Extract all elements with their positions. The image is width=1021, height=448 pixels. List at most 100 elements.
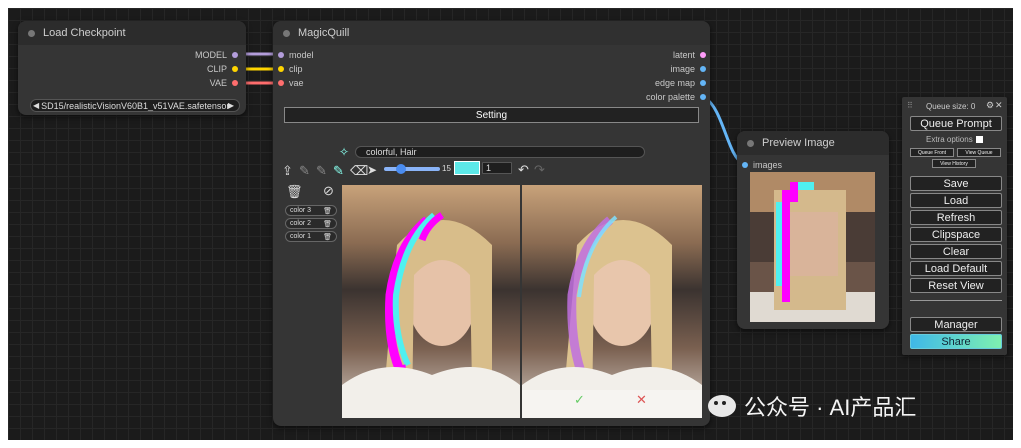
preview-image-node[interactable]: Preview Image images — [737, 131, 889, 329]
queue-size-label: Queue size: 0 — [926, 102, 976, 111]
clear-button[interactable]: Clear — [910, 244, 1002, 259]
extra-options-checkbox[interactable] — [975, 136, 983, 143]
output-edge-map[interactable]: edge map — [655, 78, 706, 88]
opacity-input[interactable]: 1 — [482, 162, 512, 174]
node-title-bar[interactable]: Preview Image — [737, 131, 889, 155]
color-brush-icon[interactable]: ✎ — [333, 163, 344, 179]
color-chip[interactable]: color 3 🗑 — [285, 205, 337, 216]
load-checkpoint-node[interactable]: Load Checkpoint MODEL CLIP VAE ◀ SD15/re… — [18, 21, 246, 115]
output-dot-icon[interactable] — [232, 66, 238, 72]
delete-icon[interactable]: 🗑 — [323, 233, 332, 241]
color-chip[interactable]: color 2 🗑 — [285, 218, 337, 229]
input-model[interactable]: model — [278, 50, 314, 60]
input-label: clip — [289, 64, 303, 74]
output-label: image — [670, 64, 695, 74]
face-photo-edit — [342, 212, 520, 418]
brush-size-slider[interactable] — [384, 164, 440, 174]
accept-check-icon[interactable]: ✓ — [574, 392, 585, 408]
output-label: VAE — [209, 78, 227, 88]
eraser-icon[interactable]: ⌫ — [350, 163, 368, 179]
color-swatch[interactable] — [454, 161, 480, 175]
input-label: vae — [289, 78, 304, 88]
magic-wand-icon[interactable]: ✧ — [339, 145, 349, 159]
delete-icon[interactable]: 🗑 — [323, 220, 332, 228]
ckpt-name-combo[interactable]: ◀ SD15/realisticVisionV60B1_v51VAE.safet… — [30, 99, 240, 112]
setting-button[interactable]: Setting — [284, 107, 699, 123]
collapse-dot-icon[interactable] — [283, 29, 290, 37]
queue-prompt-button[interactable]: Queue Prompt — [910, 116, 1002, 131]
extra-options-row[interactable]: Extra options — [926, 135, 983, 144]
output-label: latent — [672, 50, 695, 60]
output-dot-icon[interactable] — [700, 52, 706, 58]
visibility-toggle-icon[interactable]: ⊘ — [323, 183, 334, 199]
queue-menu-panel[interactable]: ⠿ Queue size: 0 ⚙ ✕ Queue Prompt Extra o… — [902, 97, 1007, 355]
pixelated-preview — [750, 172, 875, 322]
subtract-brush-icon[interactable]: ✎ — [316, 163, 327, 179]
collapse-dot-icon[interactable] — [747, 139, 754, 147]
brush-size-value: 15 — [442, 164, 451, 173]
delete-icon[interactable]: 🗑 — [323, 207, 332, 215]
output-model[interactable]: MODEL — [195, 50, 238, 60]
combo-right-arrow-icon[interactable]: ▶ — [228, 101, 234, 110]
magicquill-node[interactable]: MagicQuill model clip vae latent image e… — [273, 21, 710, 426]
slider-thumb[interactable] — [396, 164, 406, 174]
prompt-input[interactable]: colorful, Hair — [355, 146, 645, 158]
drag-handle-icon[interactable]: ⠿ — [907, 101, 913, 110]
input-images[interactable]: images — [742, 160, 782, 170]
output-clip[interactable]: CLIP — [207, 64, 238, 74]
pointer-icon[interactable]: ➤ — [367, 163, 377, 177]
reset-view-button[interactable]: Reset View — [910, 278, 1002, 293]
view-history-button[interactable]: View History — [932, 159, 976, 168]
undo-icon[interactable]: ↶ — [518, 162, 529, 178]
input-dot-icon[interactable] — [742, 162, 748, 168]
save-button[interactable]: Save — [910, 176, 1002, 191]
node-canvas[interactable]: Load Checkpoint MODEL CLIP VAE ◀ SD15/re… — [8, 8, 1013, 440]
node-title: MagicQuill — [298, 27, 350, 39]
divider — [910, 300, 1002, 301]
input-dot-icon[interactable] — [278, 66, 284, 72]
share-button[interactable]: Share — [910, 334, 1002, 349]
output-label: edge map — [654, 78, 695, 88]
add-brush-icon[interactable]: ✎ — [299, 163, 310, 179]
trash-icon[interactable]: 🗑 — [286, 184, 303, 200]
input-dot-icon[interactable] — [278, 80, 284, 86]
output-dot-icon[interactable] — [700, 94, 706, 100]
output-dot-icon[interactable] — [700, 66, 706, 72]
node-title-bar[interactable]: MagicQuill — [273, 21, 710, 45]
preview-output-image — [750, 172, 875, 322]
input-dot-icon[interactable] — [278, 52, 284, 58]
input-label: images — [753, 160, 783, 170]
output-color-palette[interactable]: color palette — [646, 92, 706, 102]
refresh-button[interactable]: Refresh — [910, 210, 1002, 225]
reject-x-icon[interactable]: ✕ — [636, 392, 647, 408]
close-icon[interactable]: ✕ — [995, 100, 1003, 111]
input-clip[interactable]: clip — [278, 64, 303, 74]
combo-left-arrow-icon[interactable]: ◀ — [33, 101, 39, 110]
color-chip[interactable]: color 1 🗑 — [285, 231, 337, 242]
redo-icon[interactable]: ↷ — [534, 162, 545, 178]
node-title-bar[interactable]: Load Checkpoint — [18, 21, 246, 45]
face-photo-result — [522, 215, 702, 418]
queue-front-button[interactable]: Queue Front — [910, 148, 954, 157]
node-title: Load Checkpoint — [43, 27, 126, 39]
output-image[interactable]: image — [670, 64, 706, 74]
load-default-button[interactable]: Load Default — [910, 261, 1002, 276]
output-vae[interactable]: VAE — [210, 78, 238, 88]
node-title: Preview Image — [762, 137, 835, 149]
drawing-canvas[interactable] — [342, 185, 520, 418]
upload-icon[interactable]: ⇪ — [282, 163, 293, 179]
chip-label: color 1 — [290, 233, 312, 240]
gear-icon[interactable]: ⚙ — [986, 100, 994, 111]
input-vae[interactable]: vae — [278, 78, 304, 88]
clipspace-button[interactable]: Clipspace — [910, 227, 1002, 242]
manager-button[interactable]: Manager — [910, 317, 1002, 332]
output-dot-icon[interactable] — [700, 80, 706, 86]
output-latent[interactable]: latent — [673, 50, 706, 60]
result-preview: ✓ ✕ — [522, 185, 702, 418]
view-queue-button[interactable]: View Queue — [957, 148, 1001, 157]
output-dot-icon[interactable] — [232, 52, 238, 58]
load-button[interactable]: Load — [910, 193, 1002, 208]
collapse-dot-icon[interactable] — [28, 29, 35, 37]
output-label: MODEL — [194, 50, 227, 60]
output-dot-icon[interactable] — [232, 80, 238, 86]
